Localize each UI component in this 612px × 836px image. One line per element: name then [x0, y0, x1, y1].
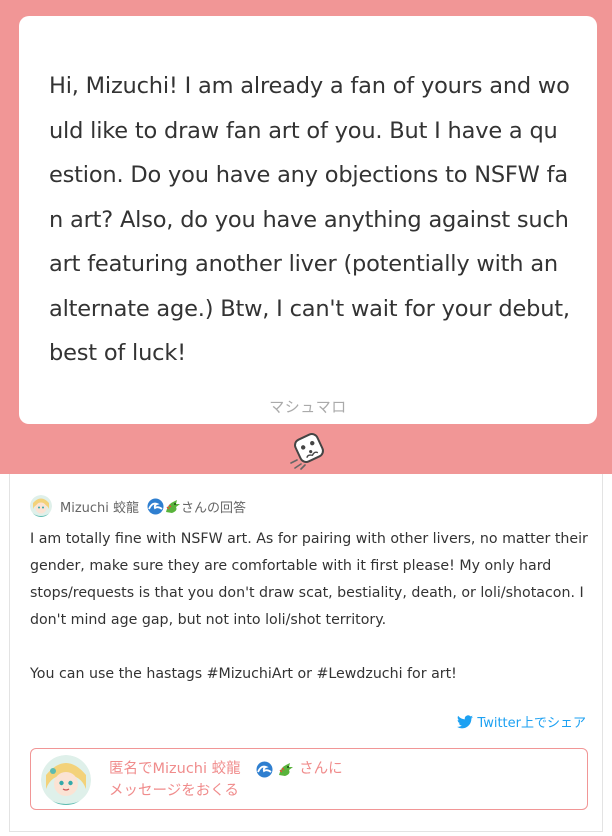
answer-body: I am totally fine with NSFW art. As for … — [30, 526, 590, 688]
marshmallow-page: Hi, Mizuchi! I am already a fan of yours… — [0, 0, 612, 836]
answer-header: Mizuchi 蛟龍 さんの回答 — [30, 494, 246, 518]
question-card: Hi, Mizuchi! I am already a fan of yours… — [19, 16, 597, 424]
author-avatar — [30, 495, 52, 517]
author-name: Mizuchi 蛟龍 — [60, 500, 140, 516]
dragon-emoji-icon — [166, 499, 181, 513]
share-label: Twitter上でシェア — [477, 716, 586, 731]
wave-emoji-icon — [256, 761, 273, 777]
send-line1-suffix: さんに — [299, 761, 343, 777]
service-label: マシュマロ — [269, 398, 347, 416]
wave-emoji-icon — [147, 498, 164, 514]
send-avatar — [41, 755, 91, 805]
answer-area: Mizuchi 蛟龍 さんの回答 I am totally fine with … — [9, 474, 603, 832]
twitter-share-link[interactable]: Twitter上でシェア — [457, 712, 586, 731]
marshmallow-mascot-icon — [290, 433, 324, 470]
answer-header-suffix: さんの回答 — [181, 500, 247, 516]
answer-paragraph: I am totally fine with NSFW art. As for … — [30, 531, 588, 628]
send-text: 匿名でMizuchi 蛟龍 さんに メッセージをおくる — [109, 758, 343, 802]
question-area: Hi, Mizuchi! I am already a fan of yours… — [0, 0, 612, 474]
dragon-emoji-icon — [279, 762, 294, 776]
answer-paragraph: You can use the hastags #MizuchiArt or #… — [30, 666, 457, 682]
send-message-button[interactable]: 匿名でMizuchi 蛟龍 さんに メッセージをおくる — [30, 748, 588, 810]
twitter-bird-icon — [457, 714, 474, 728]
send-line1-prefix: 匿名でMizuchi 蛟龍 — [109, 761, 241, 777]
question-text: Hi, Mizuchi! I am already a fan of yours… — [49, 73, 570, 366]
send-line2: メッセージをおくる — [109, 783, 239, 799]
